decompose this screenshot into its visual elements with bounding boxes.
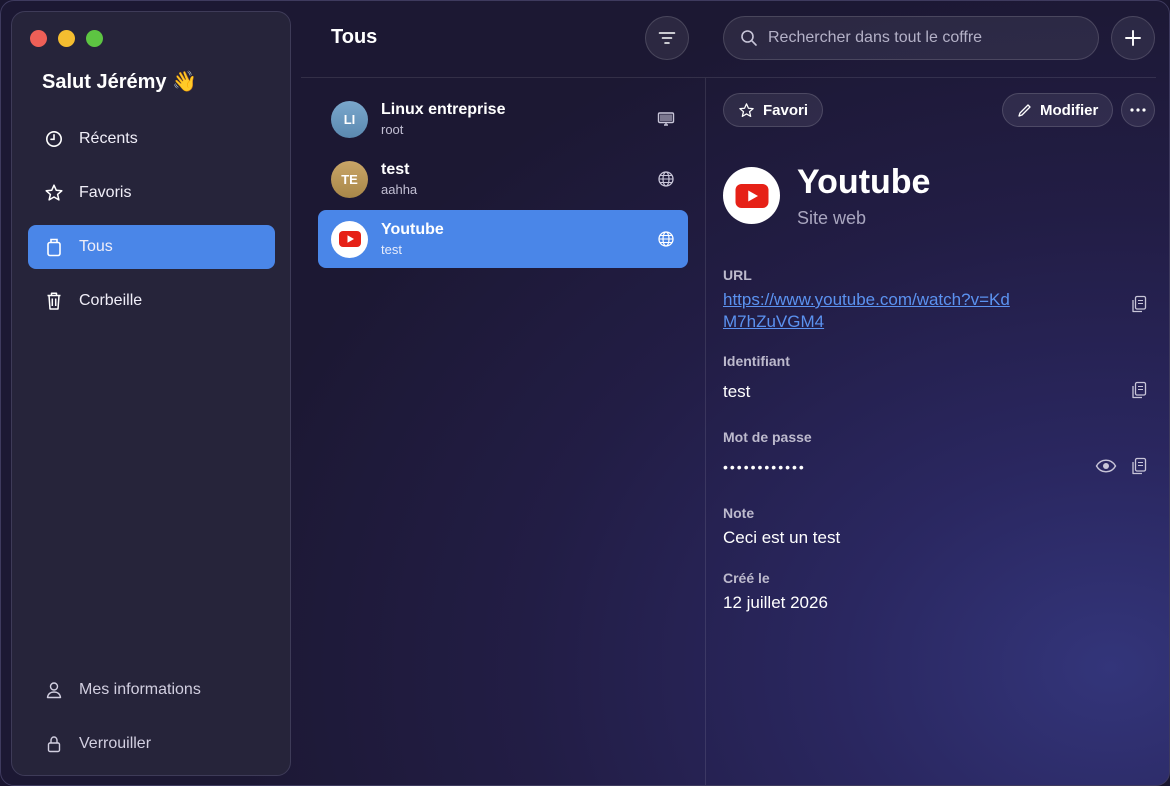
avatar: TE bbox=[331, 160, 368, 198]
sidebar-item-tous[interactable]: Tous bbox=[28, 225, 275, 269]
window-controls bbox=[30, 30, 103, 47]
trash-icon bbox=[44, 291, 64, 311]
username-value: test bbox=[723, 382, 751, 401]
eye-icon bbox=[1095, 459, 1117, 473]
sidebar-item-verrouiller[interactable]: Verrouiller bbox=[28, 722, 275, 766]
sidebar-item-label: Récents bbox=[79, 130, 138, 147]
item-subtitle: root bbox=[381, 122, 404, 137]
url-label: URL bbox=[723, 267, 752, 283]
maximize-window-button[interactable] bbox=[86, 30, 103, 47]
url-link[interactable]: https://www.youtube.com/watch?v=KdM7hZuV… bbox=[723, 289, 1013, 333]
filter-icon bbox=[658, 31, 676, 45]
user-icon bbox=[44, 680, 64, 700]
item-title: Youtube bbox=[381, 221, 444, 238]
youtube-logo-icon bbox=[723, 167, 780, 224]
more-options-button[interactable] bbox=[1121, 93, 1155, 127]
copy-password-button[interactable] bbox=[1129, 456, 1149, 476]
plus-icon bbox=[1124, 29, 1142, 47]
search-icon bbox=[740, 29, 758, 47]
copy-icon bbox=[1132, 381, 1147, 398]
app-window: Salut Jérémy 👋 Récents Favoris Tous Corb… bbox=[0, 0, 1170, 786]
copy-icon bbox=[1132, 457, 1147, 474]
username-label: Identifiant bbox=[723, 353, 790, 369]
sidebar-item-label: Favoris bbox=[79, 184, 132, 201]
item-title: Linux entreprise bbox=[381, 101, 506, 118]
detail-title: Youtube bbox=[797, 163, 931, 201]
monitor-icon bbox=[657, 110, 675, 128]
list-title: Tous bbox=[331, 26, 378, 48]
password-label: Mot de passe bbox=[723, 429, 812, 445]
pencil-icon bbox=[1017, 103, 1032, 118]
sidebar-item-recents[interactable]: Récents bbox=[28, 117, 275, 161]
list-item[interactable]: LI Linux entreprise root bbox=[318, 90, 688, 148]
sidebar-item-label: Corbeille bbox=[79, 292, 143, 309]
sidebar-item-label: Mes informations bbox=[79, 681, 201, 698]
item-subtitle: test bbox=[381, 242, 402, 257]
avatar: LI bbox=[331, 100, 368, 138]
close-window-button[interactable] bbox=[30, 30, 47, 47]
clock-icon bbox=[44, 129, 64, 149]
header-divider bbox=[301, 77, 1156, 78]
note-label: Note bbox=[723, 505, 755, 521]
item-subtitle: aahha bbox=[381, 182, 418, 197]
star-icon bbox=[738, 102, 755, 119]
created-value: 12 juillet 2026 bbox=[723, 593, 828, 612]
copy-url-button[interactable] bbox=[1129, 294, 1149, 314]
greeting: Salut Jérémy 👋 bbox=[42, 71, 197, 93]
note-value: Ceci est un test bbox=[723, 528, 841, 547]
column-divider bbox=[705, 78, 706, 785]
sidebar-item-label: Tous bbox=[79, 238, 113, 255]
favorite-label: Favori bbox=[763, 101, 809, 119]
favorite-button[interactable]: Favori bbox=[723, 93, 824, 127]
sidebar: Salut Jérémy 👋 Récents Favoris Tous Corb… bbox=[11, 11, 291, 776]
edit-button[interactable]: Modifier bbox=[1002, 93, 1114, 127]
sidebar-item-corbeille[interactable]: Corbeille bbox=[28, 279, 275, 323]
youtube-logo-icon bbox=[331, 220, 368, 258]
item-title: test bbox=[381, 161, 410, 178]
created-label: Créé le bbox=[723, 570, 770, 586]
search-bar bbox=[723, 16, 1099, 60]
copy-username-button[interactable] bbox=[1129, 380, 1149, 400]
item-list: LI Linux entreprise root TE test aahha Y… bbox=[318, 90, 688, 270]
minimize-window-button[interactable] bbox=[58, 30, 75, 47]
edit-label: Modifier bbox=[1040, 101, 1099, 119]
sidebar-nav: Récents Favoris Tous Corbeille bbox=[28, 117, 275, 333]
star-icon bbox=[44, 183, 64, 203]
globe-icon bbox=[657, 230, 675, 248]
list-item[interactable]: TE test aahha bbox=[318, 150, 688, 208]
box-icon bbox=[44, 237, 64, 257]
filter-button[interactable] bbox=[645, 16, 689, 60]
show-password-button[interactable] bbox=[1095, 456, 1117, 476]
sidebar-item-label: Verrouiller bbox=[79, 735, 152, 752]
sidebar-item-mes-informations[interactable]: Mes informations bbox=[28, 668, 275, 712]
globe-icon bbox=[657, 170, 675, 188]
password-value: •••••••••••• bbox=[723, 459, 806, 475]
detail-type: Site web bbox=[797, 208, 867, 228]
ellipsis-icon bbox=[1130, 108, 1146, 112]
sidebar-footer: Mes informations Verrouiller bbox=[28, 668, 275, 776]
lock-icon bbox=[44, 734, 64, 754]
copy-icon bbox=[1132, 295, 1147, 312]
sidebar-item-favoris[interactable]: Favoris bbox=[28, 171, 275, 215]
list-item-selected[interactable]: Youtube test bbox=[318, 210, 688, 268]
add-item-button[interactable] bbox=[1111, 16, 1155, 60]
search-input[interactable] bbox=[768, 29, 1068, 47]
